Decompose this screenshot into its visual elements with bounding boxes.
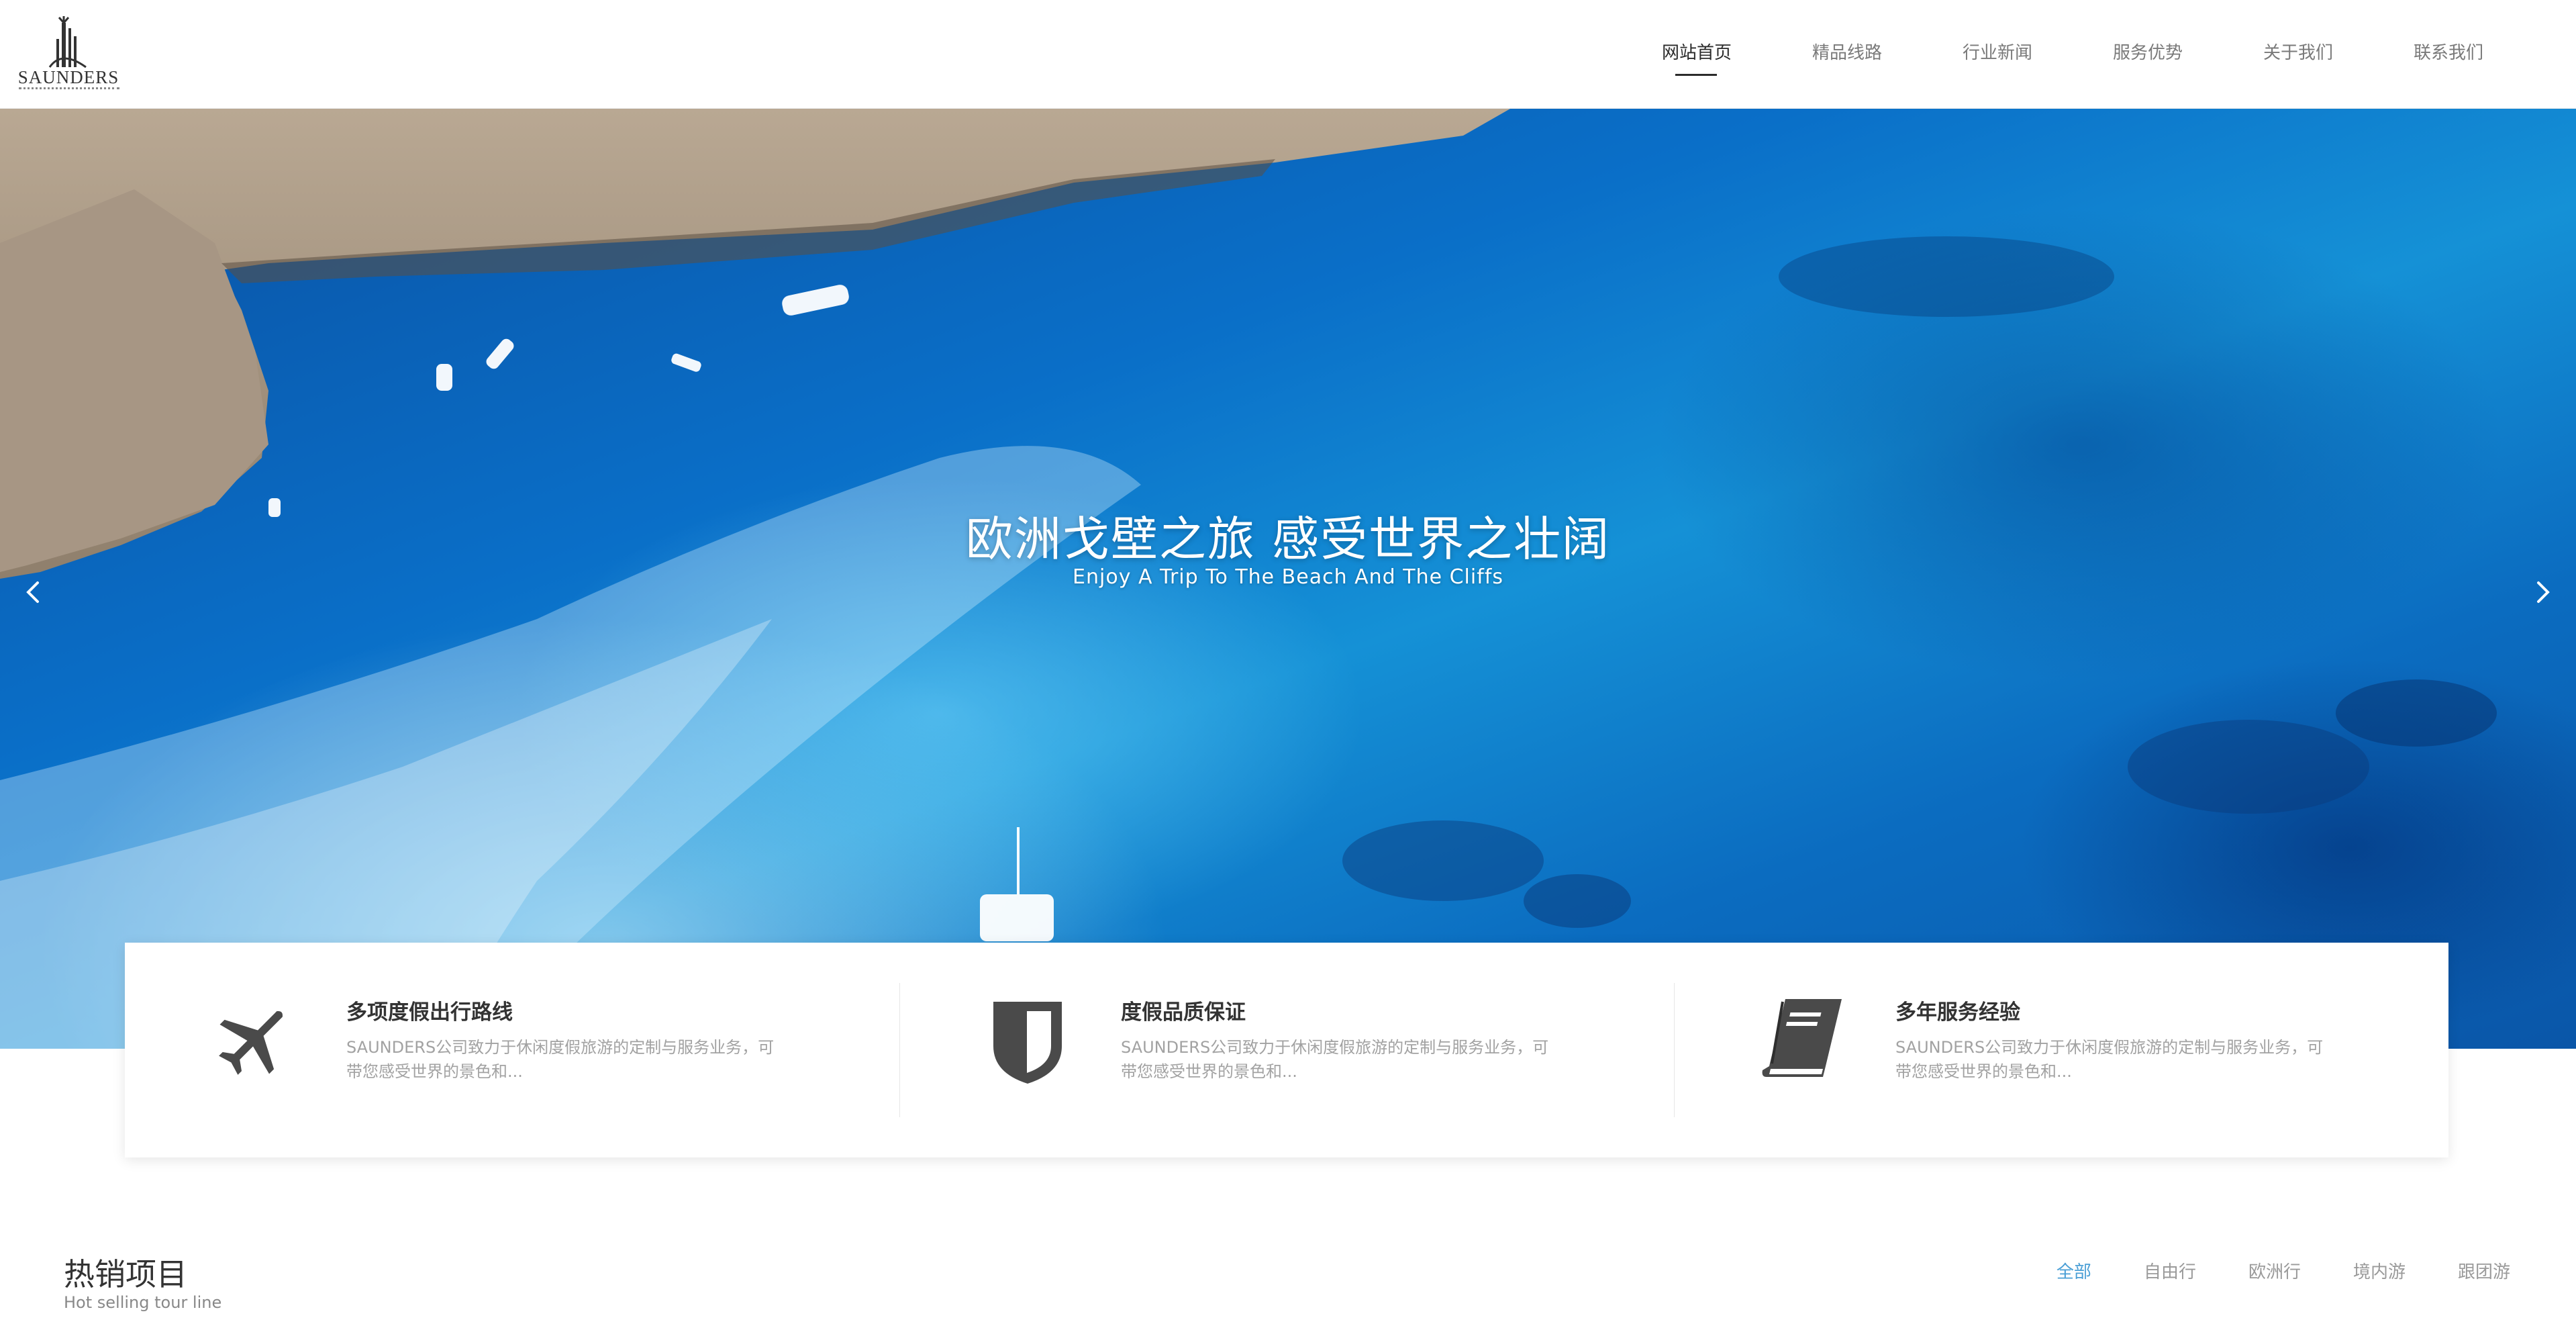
nav-item-routes[interactable]: 精品线路 xyxy=(1772,39,1922,79)
feature-title: 多项度假出行路线 xyxy=(346,1000,513,1025)
filter-group-tour[interactable]: 跟团游 xyxy=(2458,1258,2510,1283)
feature-desc-line: 带您感受世界的景色和... xyxy=(346,1062,523,1081)
chevron-left-icon xyxy=(26,581,39,603)
site-header: SAUNDERS 网站首页 精品线路 行业新闻 服务优势 关于我们 联系我们 xyxy=(0,0,2576,109)
nav-item-advantages[interactable]: 服务优势 xyxy=(2073,39,2223,79)
carousel-next-button[interactable] xyxy=(2522,572,2563,612)
feature-item[interactable]: 多年服务经验 SAUNDERS公司致力于休闲度假旅游的定制与服务业务，可 带您感… xyxy=(1674,943,2448,1157)
feature-item[interactable]: 度假品质保证 SAUNDERS公司致力于休闲度假旅游的定制与服务业务，可 带您感… xyxy=(899,943,1674,1157)
filter-europe[interactable]: 欧洲行 xyxy=(2248,1258,2301,1283)
nav-item-home[interactable]: 网站首页 xyxy=(1622,39,1772,79)
nav-item-about[interactable]: 关于我们 xyxy=(2223,39,2373,79)
site-logo[interactable]: SAUNDERS xyxy=(15,16,122,94)
feature-description: SAUNDERS公司致力于休闲度假旅游的定制与服务业务，可 带您感受世界的景色和… xyxy=(1895,1035,2352,1084)
nav-item-news[interactable]: 行业新闻 xyxy=(1922,39,2073,79)
logo-text: SAUNDERS xyxy=(17,67,119,87)
section-title: 热销项目 xyxy=(64,1256,187,1292)
filter-independent-travel[interactable]: 自由行 xyxy=(2144,1258,2196,1283)
feature-title: 多年服务经验 xyxy=(1895,1000,2020,1025)
logo-buildings-icon xyxy=(48,16,87,68)
feature-item[interactable]: 多项度假出行路线 SAUNDERS公司致力于休闲度假旅游的定制与服务业务，可 带… xyxy=(125,943,899,1157)
feature-desc-line: SAUNDERS公司致力于休闲度假旅游的定制与服务业务，可 xyxy=(346,1038,775,1057)
book-icon xyxy=(1758,994,1846,1088)
chevron-right-icon xyxy=(2537,581,2550,603)
category-filters: 全部 自由行 欧洲行 境内游 跟团游 xyxy=(2004,1258,2510,1283)
feature-description: SAUNDERS公司致力于休闲度假旅游的定制与服务业务，可 带您感受世界的景色和… xyxy=(1121,1035,1577,1084)
feature-panel: 多项度假出行路线 SAUNDERS公司致力于休闲度假旅游的定制与服务业务，可 带… xyxy=(125,943,2448,1157)
feature-desc-line: 带您感受世界的景色和... xyxy=(1895,1062,2072,1081)
hero-title: 欧洲戈壁之旅 感受世界之壮阔 xyxy=(965,512,1611,567)
nav-item-contact[interactable]: 联系我们 xyxy=(2373,39,2524,79)
feature-desc-line: SAUNDERS公司致力于休闲度假旅游的定制与服务业务，可 xyxy=(1121,1038,1549,1057)
feature-description: SAUNDERS公司致力于休闲度假旅游的定制与服务业务，可 带您感受世界的景色和… xyxy=(346,1035,803,1084)
carousel-prev-button[interactable] xyxy=(13,572,54,612)
feature-desc-line: SAUNDERS公司致力于休闲度假旅游的定制与服务业务，可 xyxy=(1895,1038,2324,1057)
logo-tagline-dots xyxy=(19,87,119,91)
shield-icon xyxy=(984,994,1071,1088)
filter-domestic[interactable]: 境内游 xyxy=(2353,1258,2406,1283)
airplane-icon xyxy=(209,994,297,1088)
hero-subtitle: Enjoy A Trip To The Beach And The Cliffs xyxy=(1073,565,1503,589)
main-nav: 网站首页 精品线路 行业新闻 服务优势 关于我们 联系我们 xyxy=(1622,39,2524,79)
filter-all[interactable]: 全部 xyxy=(2057,1258,2091,1283)
feature-title: 度假品质保证 xyxy=(1121,1000,1246,1025)
feature-desc-line: 带您感受世界的景色和... xyxy=(1121,1062,1297,1081)
hero-banner: 欧洲戈壁之旅 感受世界之壮阔 Enjoy A Trip To The Beach… xyxy=(0,109,2576,1049)
section-subtitle: Hot selling tour line xyxy=(64,1293,222,1312)
